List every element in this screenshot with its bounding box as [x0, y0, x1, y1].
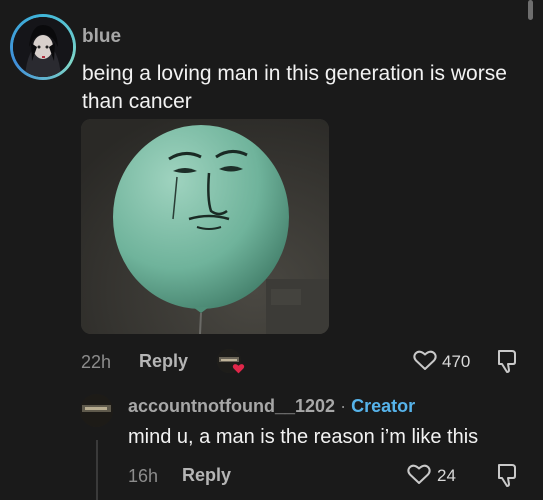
comment-author[interactable]: blue — [82, 26, 121, 48]
reply-like-count: 24 — [437, 466, 456, 485]
reply-avatar[interactable] — [80, 394, 113, 427]
reply-time: 16h — [128, 466, 159, 486]
reply-reply-button[interactable]: Reply — [182, 465, 231, 486]
comment-text: being a loving man in this generation is… — [82, 62, 507, 113]
reply-author[interactable]: accountnotfound__1202 — [128, 396, 335, 416]
comment-reply-button[interactable]: Reply — [139, 351, 188, 372]
dislike-icon[interactable] — [495, 462, 519, 488]
author-avatar-ring[interactable] — [10, 14, 76, 80]
thread-line — [96, 440, 98, 500]
avatar[interactable] — [13, 17, 73, 77]
heart-icon[interactable] — [412, 348, 438, 372]
creator-badge: Creator — [351, 396, 416, 416]
heart-icon[interactable] — [406, 462, 432, 486]
scrollbar[interactable] — [528, 0, 533, 20]
reply-text: mind u, a man is the reason i’m like thi… — [128, 426, 479, 448]
creator-liked-heart-icon — [232, 364, 245, 374]
dislike-icon[interactable] — [495, 348, 519, 374]
comment-time: 22h — [81, 352, 112, 372]
comment-like-count: 470 — [442, 352, 471, 371]
separator: · — [340, 396, 347, 416]
comment-image[interactable] — [81, 119, 329, 334]
